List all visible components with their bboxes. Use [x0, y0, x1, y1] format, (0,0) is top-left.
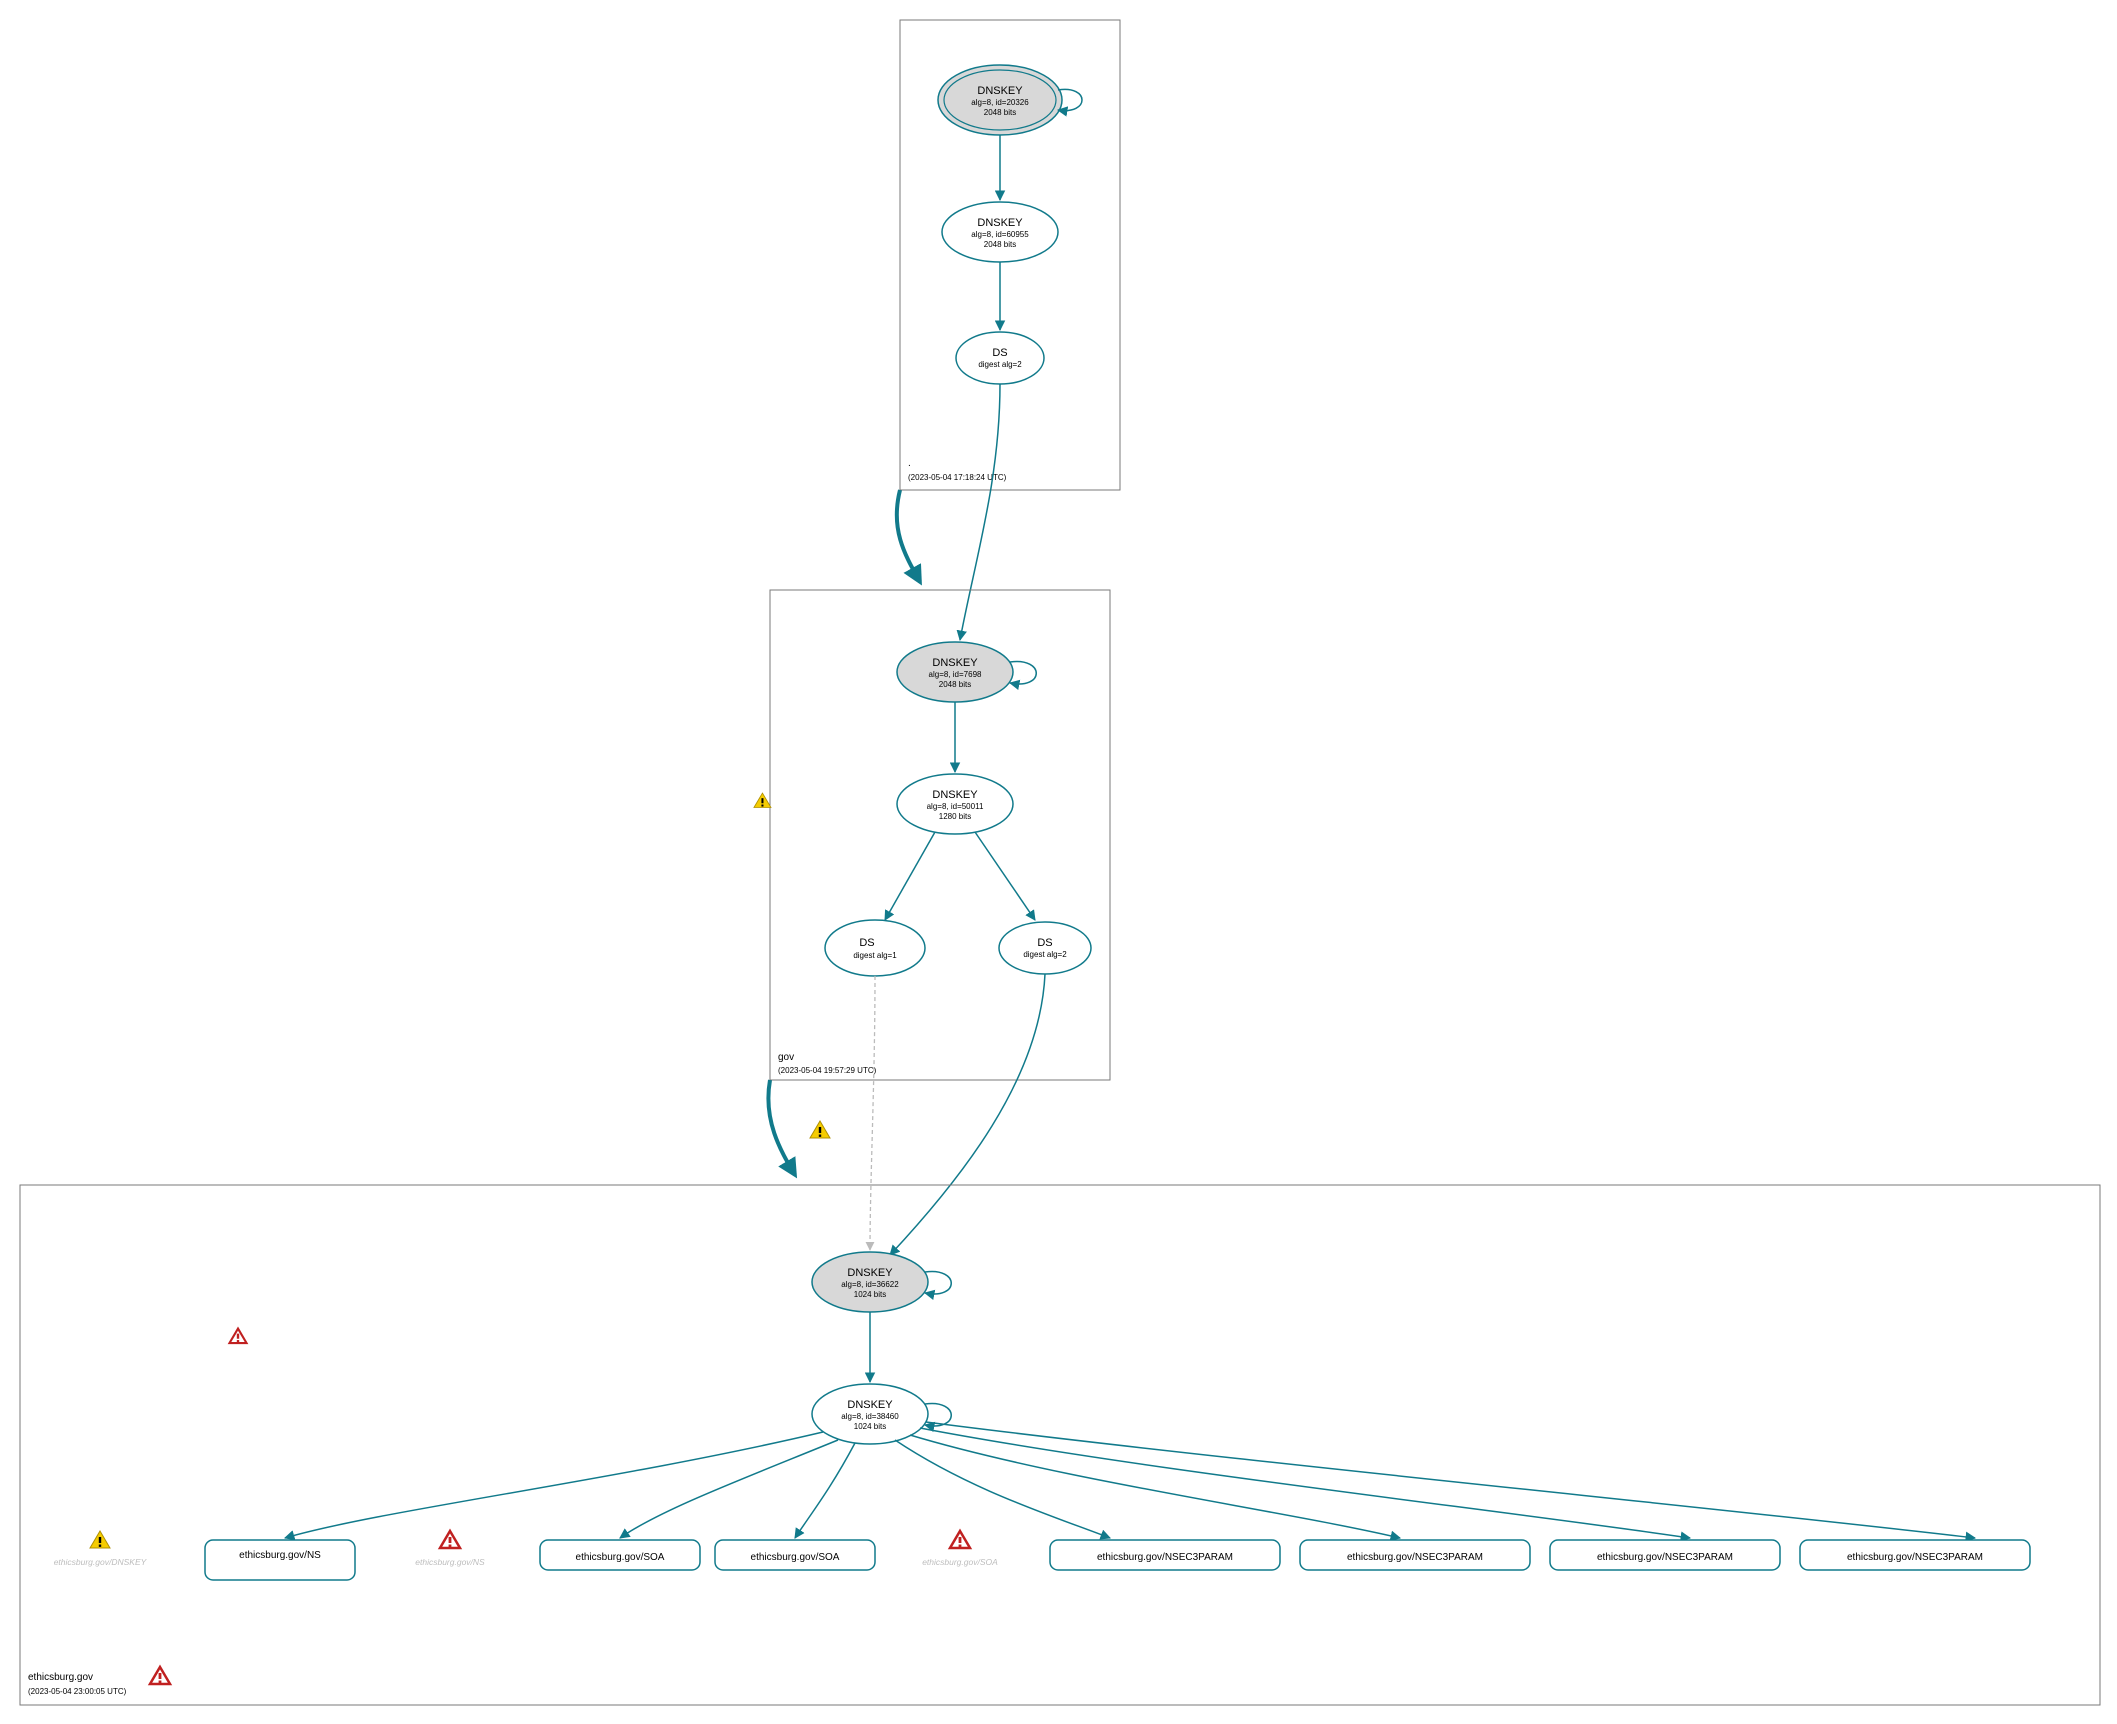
svg-text:ethicsburg.gov/NS: ethicsburg.gov/NS: [415, 1557, 485, 1567]
svg-text:DS: DS: [859, 937, 874, 949]
svg-text:DNSKEY: DNSKEY: [932, 657, 978, 669]
edge-root-ds-to-gov-ksk: [960, 384, 1000, 640]
zone-domain-timestamp: (2023-05-04 23:00:05 UTC): [28, 1687, 127, 1696]
svg-text:ethicsburg.gov/SOA: ethicsburg.gov/SOA: [922, 1557, 998, 1567]
zone-domain-label: ethicsburg.gov: [28, 1672, 93, 1683]
svg-text:ethicsburg.gov/DNSKEY: ethicsburg.gov/DNSKEY: [54, 1557, 148, 1567]
svg-text:DNSKEY: DNSKEY: [847, 1267, 893, 1279]
svg-text:ethicsburg.gov/NSEC3PARAM: ethicsburg.gov/NSEC3PARAM: [1847, 1552, 1983, 1563]
edge-zsk-to-ns: [285, 1432, 823, 1538]
svg-text:ethicsburg.gov/NSEC3PARAM: ethicsburg.gov/NSEC3PARAM: [1097, 1552, 1233, 1563]
svg-text:alg=8, id=50011: alg=8, id=50011: [927, 802, 984, 811]
svg-text:DNSKEY: DNSKEY: [847, 1399, 893, 1411]
leaf-soa2: ethicsburg.gov/SOA: [715, 1540, 875, 1570]
gov-dnskey-ksk: DNSKEY alg=8, id=7698 2048 bits: [897, 642, 1036, 702]
warning-red-icon: [440, 1531, 460, 1548]
svg-text:2048 bits: 2048 bits: [984, 240, 1016, 249]
svg-text:DS: DS: [1037, 937, 1052, 949]
svg-text:1024 bits: 1024 bits: [854, 1290, 886, 1299]
dnssec-graph: . (2023-05-04 17:18:24 UTC) DNSKEY alg=8…: [0, 0, 2117, 1724]
leaf-n3p2: ethicsburg.gov/NSEC3PARAM: [1300, 1540, 1530, 1570]
edge-zsk-to-n3p4: [926, 1422, 1975, 1538]
gov-dnskey-zsk: DNSKEY alg=8, id=50011 1280 bits: [897, 774, 1013, 834]
root-ds: DS digest alg=2: [956, 332, 1044, 384]
svg-text:ethicsburg.gov/NSEC3PARAM: ethicsburg.gov/NSEC3PARAM: [1347, 1552, 1483, 1563]
svg-text:digest alg=1: digest alg=1: [853, 951, 897, 960]
leaf-faded-ns: ethicsburg.gov/NS: [415, 1531, 485, 1567]
svg-text:alg=8, id=20326: alg=8, id=20326: [971, 98, 1029, 107]
edge-root-to-gov-deleg: [897, 490, 920, 582]
zone-gov: gov (2023-05-04 19:57:29 UTC) DNSKEY alg…: [754, 590, 1110, 1080]
svg-text:digest alg=2: digest alg=2: [1023, 950, 1067, 959]
root-dnskey-ksk: DNSKEY alg=8, id=20326 2048 bits: [938, 65, 1082, 135]
svg-text:alg=8, id=7698: alg=8, id=7698: [929, 670, 982, 679]
edge-gov-ds1-to-domain-ksk: [870, 976, 875, 1250]
zone-gov-label: gov: [778, 1052, 794, 1063]
gov-ds1: DS digest alg=1: [754, 793, 925, 976]
svg-text:digest alg=2: digest alg=2: [978, 360, 1022, 369]
svg-text:ethicsburg.gov/SOA: ethicsburg.gov/SOA: [751, 1552, 840, 1563]
zone-gov-timestamp: (2023-05-04 19:57:29 UTC): [778, 1066, 877, 1075]
svg-text:alg=8, id=60955: alg=8, id=60955: [971, 230, 1029, 239]
warning-red-icon: [150, 1667, 170, 1684]
warning-yellow-icon: [810, 1121, 830, 1138]
warning-red-icon: [950, 1531, 970, 1548]
root-dnskey-zsk: DNSKEY alg=8, id=60955 2048 bits: [942, 202, 1058, 262]
edge-zsk-to-soa2: [795, 1443, 855, 1538]
leaf-n3p3: ethicsburg.gov/NSEC3PARAM: [1550, 1540, 1780, 1570]
edge-zsk-to-n3p3: [920, 1428, 1690, 1538]
svg-text:DNSKEY: DNSKEY: [977, 85, 1023, 97]
svg-text:alg=8, id=38460: alg=8, id=38460: [841, 1412, 899, 1421]
edge-gov-ds2-to-domain-ksk: [890, 974, 1045, 1255]
svg-text:2048 bits: 2048 bits: [984, 108, 1016, 117]
leaf-faded-dnskey: ethicsburg.gov/DNSKEY: [54, 1531, 148, 1567]
warning-red-icon: [230, 1329, 247, 1343]
svg-text:2048 bits: 2048 bits: [939, 680, 971, 689]
svg-text:DS: DS: [992, 347, 1007, 359]
svg-text:DNSKEY: DNSKEY: [932, 789, 978, 801]
zone-root-label: .: [908, 458, 911, 469]
leaf-n3p1: ethicsburg.gov/NSEC3PARAM: [1050, 1540, 1280, 1570]
svg-text:DNSKEY: DNSKEY: [977, 217, 1023, 229]
leaf-n3p4: ethicsburg.gov/NSEC3PARAM: [1800, 1540, 2030, 1570]
zone-root: . (2023-05-04 17:18:24 UTC) DNSKEY alg=8…: [900, 20, 1120, 490]
domain-dnskey-zsk: DNSKEY alg=8, id=38460 1024 bits: [812, 1384, 951, 1444]
svg-text:1024 bits: 1024 bits: [854, 1422, 886, 1431]
svg-text:alg=8, id=36622: alg=8, id=36622: [841, 1280, 899, 1289]
edge-zsk-to-n3p2: [910, 1435, 1400, 1538]
warning-yellow-icon: [90, 1531, 110, 1548]
svg-text:1280 bits: 1280 bits: [939, 812, 971, 821]
svg-text:ethicsburg.gov/NSEC3PARAM: ethicsburg.gov/NSEC3PARAM: [1597, 1552, 1733, 1563]
zone-domain: ethicsburg.gov (2023-05-04 23:00:05 UTC)…: [20, 1185, 2100, 1705]
leaf-soa1: ethicsburg.gov/SOA: [540, 1540, 700, 1570]
leaf-faded-soa: ethicsburg.gov/SOA: [922, 1531, 998, 1567]
svg-text:ethicsburg.gov/SOA: ethicsburg.gov/SOA: [576, 1552, 665, 1563]
edge-gov-to-domain-deleg: [768, 1080, 795, 1175]
leaf-ns: ethicsburg.gov/NS: [205, 1329, 355, 1580]
gov-ds2: DS digest alg=2: [999, 922, 1091, 974]
svg-text:ethicsburg.gov/NS: ethicsburg.gov/NS: [239, 1550, 321, 1561]
warning-yellow-icon: [754, 793, 771, 807]
domain-dnskey-ksk: DNSKEY alg=8, id=36622 1024 bits: [812, 1252, 951, 1312]
